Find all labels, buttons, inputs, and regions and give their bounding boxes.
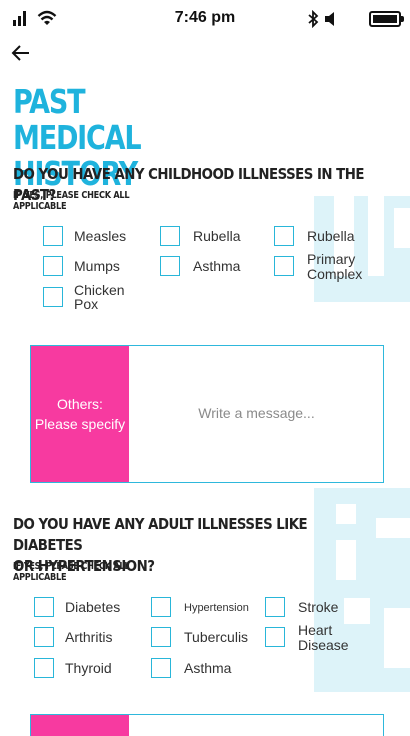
checkbox-label: Diabetes <box>65 599 121 615</box>
checkbox-label: Rubella <box>307 228 355 244</box>
checkbox-chicken-pox[interactable] <box>43 287 63 307</box>
status-time: 7:46 pm <box>174 9 236 26</box>
checkbox-label: Disease <box>298 637 349 653</box>
background-decoration <box>314 196 410 302</box>
checkbox-label: Thyroid <box>65 660 112 676</box>
checkbox-stroke[interactable] <box>265 597 285 617</box>
others-specify-box-2 <box>30 714 384 736</box>
checkbox-label: Primary <box>307 251 356 267</box>
checkbox-tuberculis[interactable] <box>151 627 171 647</box>
checkbox-label: Heart <box>298 622 333 638</box>
checkbox-rubella-2[interactable] <box>274 226 294 246</box>
checkbox-arthritis[interactable] <box>34 627 54 647</box>
checkbox-label: Pox <box>74 296 99 312</box>
checkbox-heart-disease[interactable] <box>265 627 285 647</box>
mute-icon <box>325 12 334 26</box>
checkbox-label: Complex <box>307 266 363 282</box>
checkbox-label: Asthma <box>193 258 241 274</box>
checkbox-label: Arthritis <box>65 629 113 645</box>
checkbox-rubella[interactable] <box>160 226 180 246</box>
checkbox-label: Measles <box>74 228 127 244</box>
checkbox-label: Mumps <box>74 258 120 274</box>
checkbox-measles[interactable] <box>43 226 63 246</box>
bluetooth-icon <box>308 10 319 28</box>
checkbox-label: Rubella <box>193 228 241 244</box>
instruction-hint: IF YES, PLEASE CHECK ALL APPLICABLE <box>13 190 130 212</box>
checkbox-thyroid[interactable] <box>34 658 54 678</box>
status-bar: 7:46 pm <box>0 0 410 38</box>
checkbox-hypertension[interactable] <box>151 597 171 617</box>
checkbox-label: Chicken <box>74 282 125 298</box>
checkbox-label: Tuberculis <box>184 629 249 645</box>
checkbox-primary-complex[interactable] <box>274 256 294 276</box>
checkbox-asthma[interactable] <box>160 256 180 276</box>
battery-icon <box>369 11 404 27</box>
checkbox-mumps[interactable] <box>43 256 63 276</box>
others-label: Others: Please specify <box>31 346 129 482</box>
instruction-hint: IF YES, PLEASE CHECK ALL APPLICABLE <box>13 561 130 583</box>
back-arrow-icon[interactable] <box>9 41 33 65</box>
others-message-input[interactable] <box>129 346 384 482</box>
checkbox-diabetes[interactable] <box>34 597 54 617</box>
checkbox-label: Stroke <box>298 599 339 615</box>
others-specify-box: Others: Please specify <box>30 345 384 483</box>
checkbox-label: Hypertension <box>184 602 249 614</box>
checkbox-label: Asthma <box>184 660 232 676</box>
others-label <box>31 715 129 736</box>
checkbox-asthma-adult[interactable] <box>151 658 171 678</box>
